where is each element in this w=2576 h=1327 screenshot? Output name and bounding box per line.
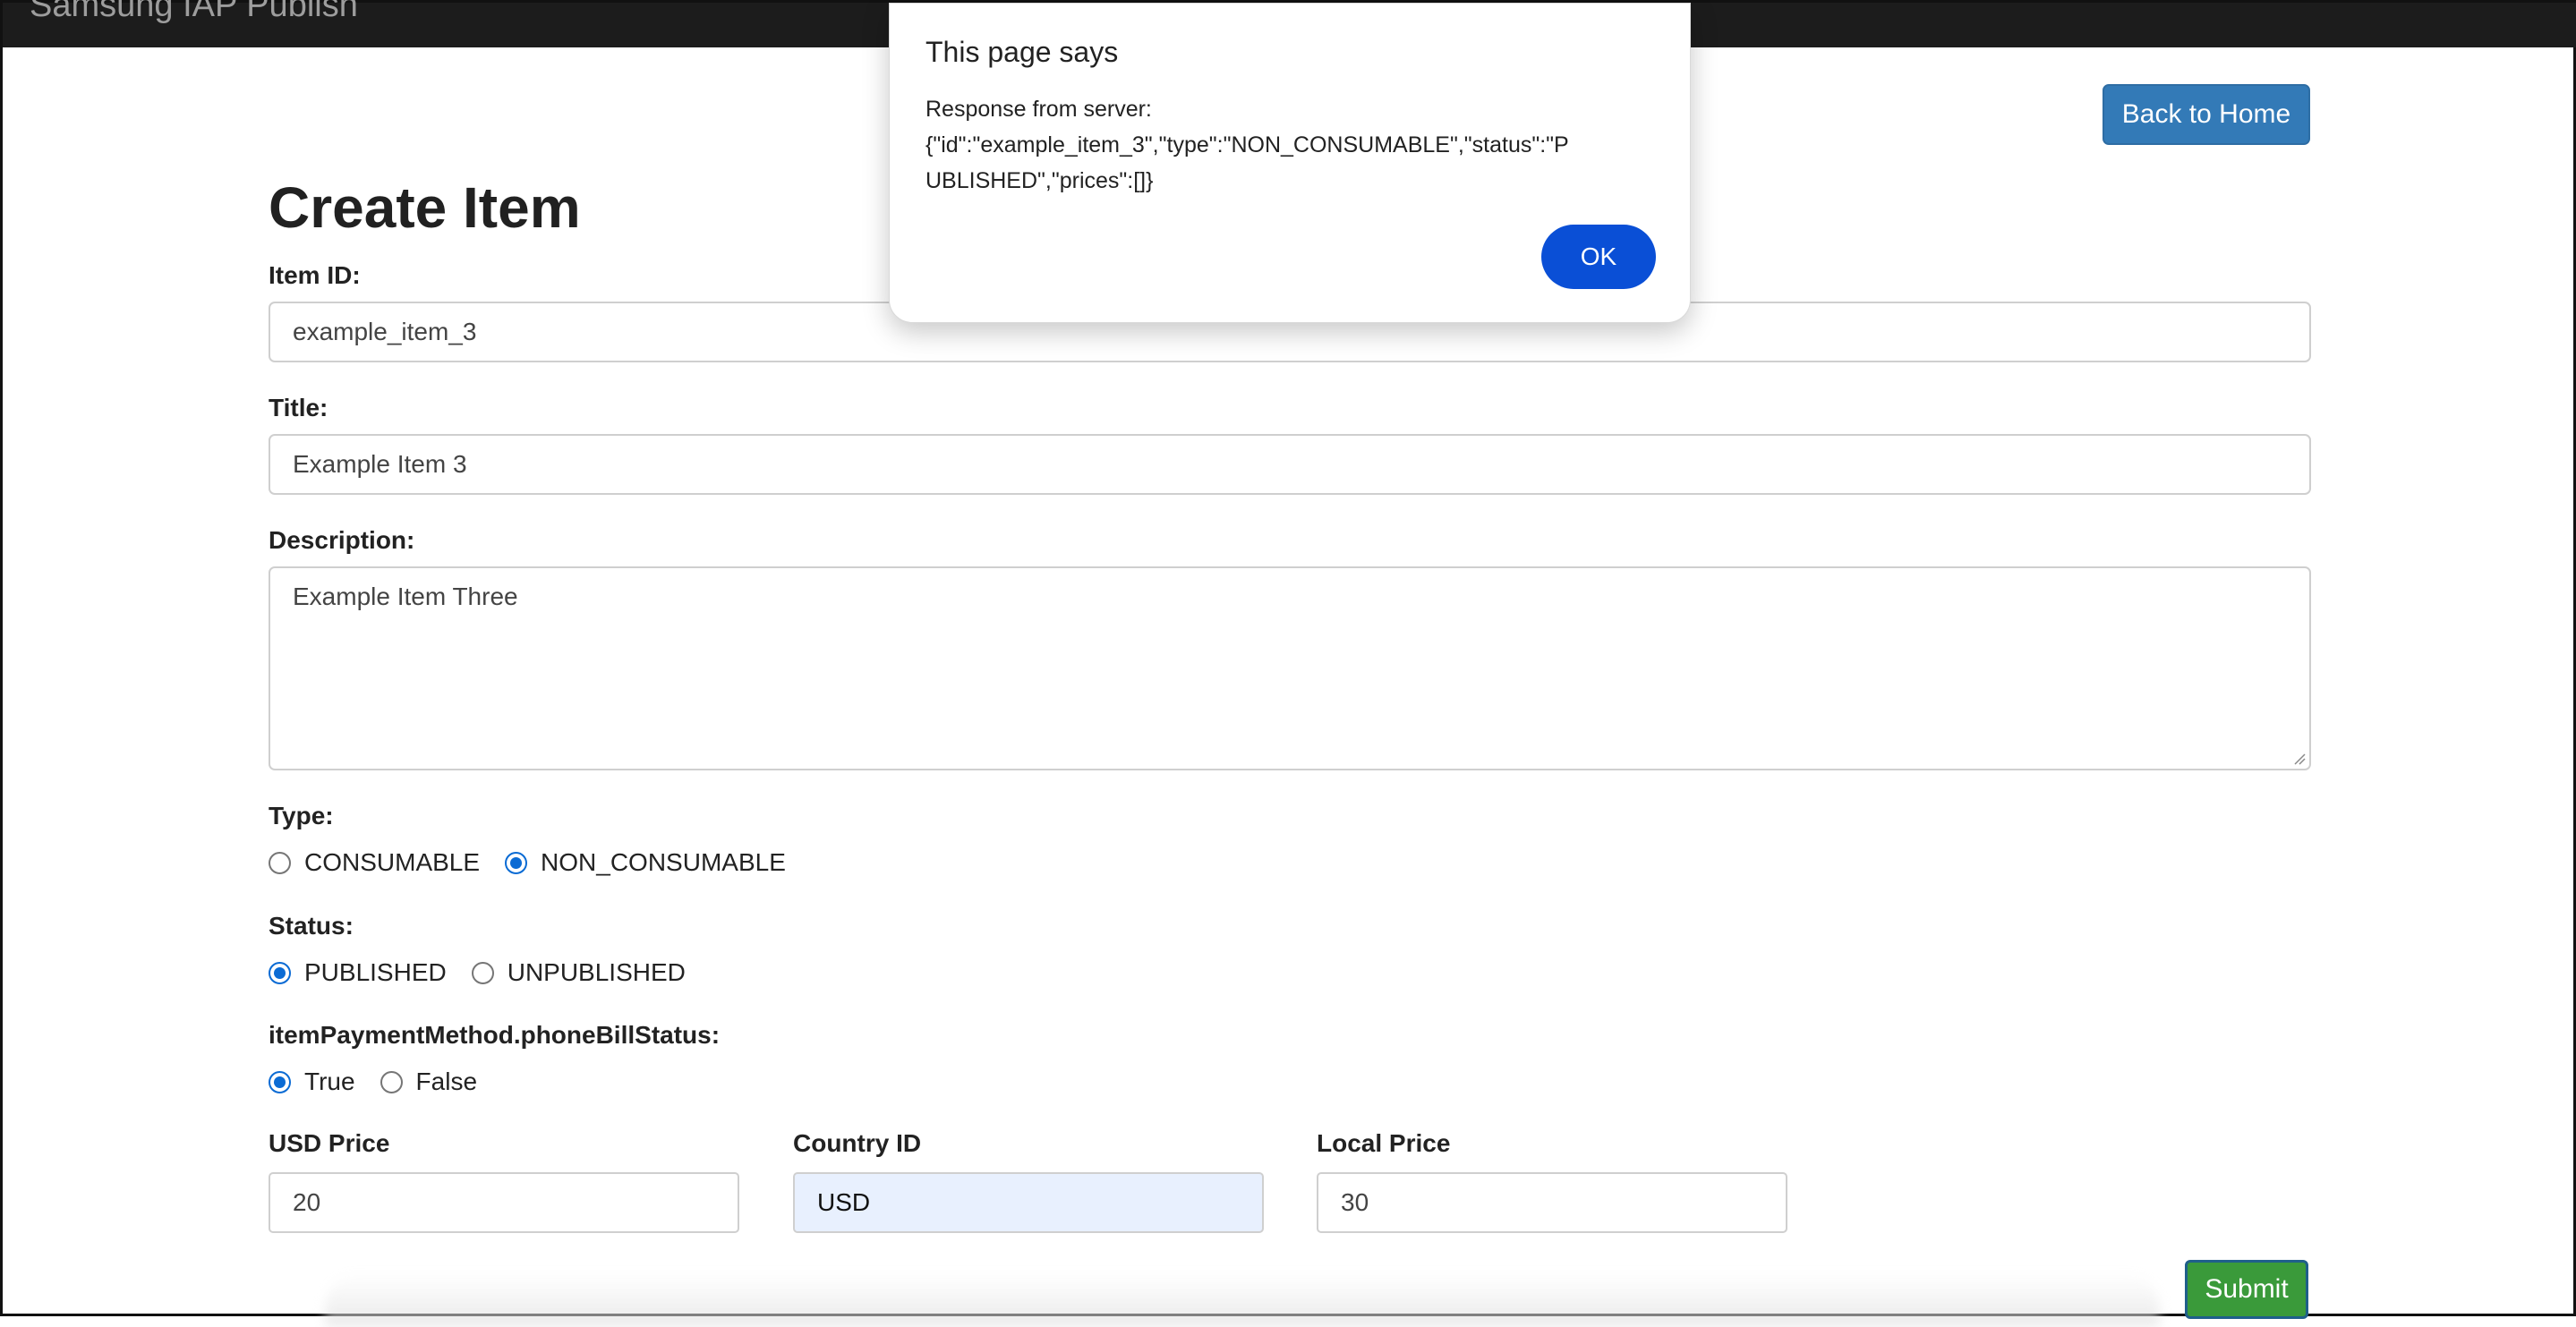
- title-value: Example Item 3: [293, 450, 467, 478]
- description-label: Description:: [269, 526, 415, 554]
- usd-price-input[interactable]: 20: [269, 1172, 739, 1233]
- radio-false[interactable]: [380, 1070, 403, 1093]
- status-option-unpublished[interactable]: UNPUBLISHED: [471, 958, 686, 987]
- radio-true[interactable]: [269, 1070, 291, 1093]
- title-input[interactable]: Example Item 3: [269, 434, 2311, 495]
- phone-bill-label: itemPaymentMethod.phoneBillStatus:: [269, 1021, 721, 1049]
- phone-bill-option-label: True: [304, 1068, 355, 1095]
- status-option-published[interactable]: PUBLISHED: [269, 958, 447, 987]
- usd-price-value: 20: [293, 1188, 321, 1216]
- item-id-label: Item ID:: [269, 261, 361, 289]
- resize-grip-icon[interactable]: [2293, 753, 2306, 765]
- local-price-value: 30: [1341, 1188, 1369, 1216]
- status-radio-group: PUBLISHED UNPUBLISHED: [269, 958, 711, 987]
- type-option-label: CONSUMABLE: [304, 848, 481, 876]
- radio-unpublished[interactable]: [471, 961, 494, 984]
- radio-published[interactable]: [269, 961, 291, 984]
- radio-non-consumable[interactable]: [505, 851, 528, 874]
- type-option-label: NON_CONSUMABLE: [541, 848, 786, 876]
- item-id-value: example_item_3: [293, 318, 477, 345]
- status-option-label: PUBLISHED: [304, 958, 447, 986]
- type-radio-group: CONSUMABLE NON_CONSUMABLE: [269, 848, 811, 877]
- title-label: Title:: [269, 394, 328, 421]
- description-textarea[interactable]: Example Item Three: [269, 566, 2311, 770]
- local-price-label: Local Price: [1317, 1129, 1451, 1157]
- type-option-non-consumable[interactable]: NON_CONSUMABLE: [505, 848, 786, 877]
- phone-bill-option-label: False: [415, 1068, 478, 1095]
- dialog-message-line: Response from server:: [925, 97, 1152, 122]
- status-option-label: UNPUBLISHED: [507, 958, 686, 986]
- back-to-home-button[interactable]: Back to Home: [2103, 84, 2310, 145]
- bottom-shadow: [325, 1273, 2160, 1327]
- browser-viewport: Samsung IAP Publish Back to Home Create …: [0, 0, 2576, 1327]
- local-price-input[interactable]: 30: [1317, 1172, 1787, 1233]
- country-id-input[interactable]: USD: [793, 1172, 1264, 1233]
- dialog-title: This page says: [925, 36, 1119, 68]
- description-value: Example Item Three: [293, 583, 518, 610]
- dialog-message: Response from server: {"id":"example_ite…: [925, 91, 1668, 199]
- dialog-ok-button[interactable]: OK: [1541, 225, 1656, 289]
- page-title: Create Item: [269, 175, 581, 240]
- country-id-label: Country ID: [793, 1129, 922, 1157]
- type-label: Type:: [269, 802, 334, 829]
- dialog-message-line: UBLISHED","prices":[]}: [925, 168, 1154, 193]
- dialog-message-line: {"id":"example_item_3","type":"NON_CONSU…: [925, 132, 1569, 157]
- usd-price-label: USD Price: [269, 1129, 390, 1157]
- navbar-brand[interactable]: Samsung IAP Publish: [30, 0, 358, 25]
- alert-dialog: This page says Response from server: {"i…: [889, 3, 1691, 323]
- country-id-value: USD: [817, 1188, 871, 1216]
- radio-consumable[interactable]: [269, 851, 291, 874]
- status-label: Status:: [269, 912, 354, 940]
- submit-button[interactable]: Submit: [2185, 1260, 2308, 1319]
- phone-bill-option-false[interactable]: False: [380, 1068, 477, 1096]
- type-option-consumable[interactable]: CONSUMABLE: [269, 848, 480, 877]
- phone-bill-option-true[interactable]: True: [269, 1068, 355, 1096]
- phone-bill-radio-group: True False: [269, 1068, 502, 1096]
